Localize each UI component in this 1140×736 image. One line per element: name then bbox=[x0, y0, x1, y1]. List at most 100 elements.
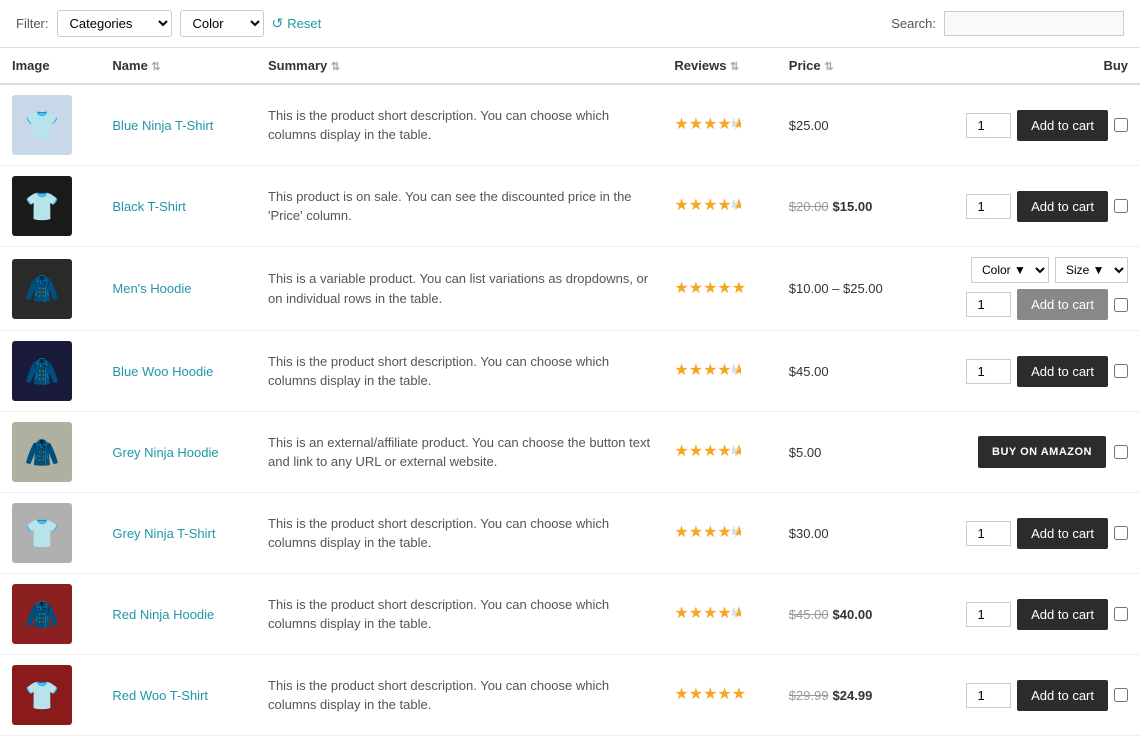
color-variation-select[interactable]: Color ▼ bbox=[971, 257, 1049, 283]
product-summary-cell: This product is on sale. You can see the… bbox=[256, 166, 662, 247]
product-price: $5.00 bbox=[789, 445, 822, 460]
product-link[interactable]: Grey Ninja T-Shirt bbox=[112, 526, 215, 541]
table-row: 🧥 Men's Hoodie This is a variable product.… bbox=[0, 247, 1140, 331]
table-row: 👕 Blue Ninja T-Shirt This is the product s… bbox=[0, 84, 1140, 166]
add-to-cart-button[interactable]: Add to cart bbox=[1017, 289, 1108, 320]
product-image: 👕 bbox=[12, 95, 72, 155]
product-name-cell: Men's Hoodie bbox=[100, 247, 256, 331]
product-summary: This is the product short description. Y… bbox=[268, 108, 609, 143]
product-name-cell: Grey Ninja T-Shirt bbox=[100, 493, 256, 574]
buy-checkbox[interactable] bbox=[1114, 607, 1128, 621]
product-image: 👕 bbox=[12, 176, 72, 236]
product-price: $45.00 bbox=[789, 364, 829, 379]
product-buy-cell: Add to cart bbox=[918, 655, 1140, 736]
product-image-cell: 🧥 bbox=[0, 331, 100, 412]
reset-button[interactable]: ↺ Reset bbox=[272, 15, 322, 32]
qty-input[interactable] bbox=[966, 359, 1011, 384]
buy-checkbox[interactable] bbox=[1114, 364, 1128, 378]
product-link[interactable]: Blue Ninja T-Shirt bbox=[112, 118, 213, 133]
product-image-cell: 👕 bbox=[0, 84, 100, 166]
buy-amazon-button[interactable]: BUY ON AMAZON bbox=[978, 436, 1106, 468]
product-image-cell: 🧥 bbox=[0, 574, 100, 655]
qty-input[interactable] bbox=[966, 113, 1011, 138]
product-summary: This product is on sale. You can see the… bbox=[268, 189, 632, 224]
sort-icon-price: ⇅ bbox=[824, 61, 833, 73]
qty-input[interactable] bbox=[966, 602, 1011, 627]
product-name-cell: Red Ninja Hoodie bbox=[100, 574, 256, 655]
product-summary: This is the product short description. Y… bbox=[268, 354, 609, 389]
search-input[interactable] bbox=[944, 11, 1124, 36]
product-price-cell: $45.00$40.00 bbox=[777, 574, 918, 655]
product-price-cell: $45.00 bbox=[777, 331, 918, 412]
product-summary-cell: This is the product short description. Y… bbox=[256, 493, 662, 574]
table-header: Image Name ⇅ Summary ⇅ Reviews ⇅ Price ⇅… bbox=[0, 48, 1140, 84]
add-to-cart-button[interactable]: Add to cart bbox=[1017, 356, 1108, 387]
product-buy-cell: Add to cart bbox=[918, 166, 1140, 247]
buy-checkbox[interactable] bbox=[1114, 298, 1128, 312]
buy-checkbox[interactable] bbox=[1114, 199, 1128, 213]
product-price-cell: $20.00$15.00 bbox=[777, 166, 918, 247]
product-image: 🧥 bbox=[12, 422, 72, 482]
header-summary[interactable]: Summary ⇅ bbox=[256, 48, 662, 84]
product-summary-cell: This is an external/affiliate product. Y… bbox=[256, 412, 662, 493]
buy-checkbox[interactable] bbox=[1114, 688, 1128, 702]
product-summary-cell: This is the product short description. Y… bbox=[256, 84, 662, 166]
product-price-cell: $10.00 – $25.00 bbox=[777, 247, 918, 331]
add-to-cart-button[interactable]: Add to cart bbox=[1017, 680, 1108, 711]
product-link[interactable]: Grey Ninja Hoodie bbox=[112, 445, 218, 460]
add-to-cart-button[interactable]: Add to cart bbox=[1017, 110, 1108, 141]
qty-input[interactable] bbox=[966, 292, 1011, 317]
size-variation-select[interactable]: Size ▼ bbox=[1055, 257, 1128, 283]
product-link[interactable]: Red Ninja Hoodie bbox=[112, 607, 214, 622]
product-rating: ★★★★★ bbox=[674, 687, 746, 702]
buy-checkbox[interactable] bbox=[1114, 445, 1128, 459]
product-summary-cell: This is the product short description. Y… bbox=[256, 574, 662, 655]
header-price[interactable]: Price ⇅ bbox=[777, 48, 918, 84]
add-to-cart-button[interactable]: Add to cart bbox=[1017, 191, 1108, 222]
buy-checkbox[interactable] bbox=[1114, 526, 1128, 540]
header-reviews[interactable]: Reviews ⇅ bbox=[662, 48, 776, 84]
product-image: 🧥 bbox=[12, 584, 72, 644]
product-buy-cell: BUY ON AMAZON bbox=[918, 412, 1140, 493]
product-price-sale: $15.00 bbox=[833, 199, 873, 214]
product-image-cell: 🧥 bbox=[0, 247, 100, 331]
add-to-cart-button[interactable]: Add to cart bbox=[1017, 518, 1108, 549]
table-row: 👕 Black T-Shirt This product is on sale. Y… bbox=[0, 166, 1140, 247]
product-link[interactable]: Blue Woo Hoodie bbox=[112, 364, 213, 379]
product-reviews-cell: ★★★★★★ bbox=[662, 493, 776, 574]
product-summary: This is a variable product. You can list… bbox=[268, 271, 648, 306]
product-summary-cell: This is a variable product. You can list… bbox=[256, 247, 662, 331]
product-image: 👕 bbox=[12, 665, 72, 725]
search-label: Search: bbox=[891, 16, 936, 31]
product-summary: This is the product short description. Y… bbox=[268, 516, 609, 551]
qty-input[interactable] bbox=[966, 683, 1011, 708]
categories-filter[interactable]: Categories bbox=[57, 10, 172, 37]
add-to-cart-button[interactable]: Add to cart bbox=[1017, 599, 1108, 630]
table-row: 🧥 Grey Ninja Hoodie This is an external/af… bbox=[0, 412, 1140, 493]
table-row: 🧥 Blue Woo Hoodie This is the product shor… bbox=[0, 331, 1140, 412]
product-price-cell: $29.99$24.99 bbox=[777, 655, 918, 736]
qty-input[interactable] bbox=[966, 194, 1011, 219]
product-reviews-cell: ★★★★★ bbox=[662, 655, 776, 736]
product-buy-cell: Add to cart bbox=[918, 84, 1140, 166]
product-link[interactable]: Black T-Shirt bbox=[112, 199, 185, 214]
product-reviews-cell: ★★★★★★ bbox=[662, 412, 776, 493]
qty-input[interactable] bbox=[966, 521, 1011, 546]
products-table: Image Name ⇅ Summary ⇅ Reviews ⇅ Price ⇅… bbox=[0, 48, 1140, 736]
header-name[interactable]: Name ⇅ bbox=[100, 48, 256, 84]
table-row: 👕 Red Woo T-Shirt This is the product shor… bbox=[0, 655, 1140, 736]
product-price-cell: $25.00 bbox=[777, 84, 918, 166]
buy-checkbox[interactable] bbox=[1114, 118, 1128, 132]
color-filter[interactable]: Color bbox=[180, 10, 264, 37]
product-price-cell: $5.00 bbox=[777, 412, 918, 493]
product-link[interactable]: Red Woo T-Shirt bbox=[112, 688, 208, 703]
product-image: 🧥 bbox=[12, 259, 72, 319]
toolbar: Filter: Categories Color ↺ Reset Search: bbox=[0, 0, 1140, 48]
product-image-cell: 👕 bbox=[0, 655, 100, 736]
product-link[interactable]: Men's Hoodie bbox=[112, 281, 191, 296]
table-row: 👕Grey Ninja T-ShirtThis is the product s… bbox=[0, 493, 1140, 574]
product-reviews-cell: ★★★★★★ bbox=[662, 84, 776, 166]
product-price-cell: $30.00 bbox=[777, 493, 918, 574]
product-summary: This is the product short description. Y… bbox=[268, 678, 609, 713]
product-rating: ★★★★★ bbox=[674, 281, 746, 296]
